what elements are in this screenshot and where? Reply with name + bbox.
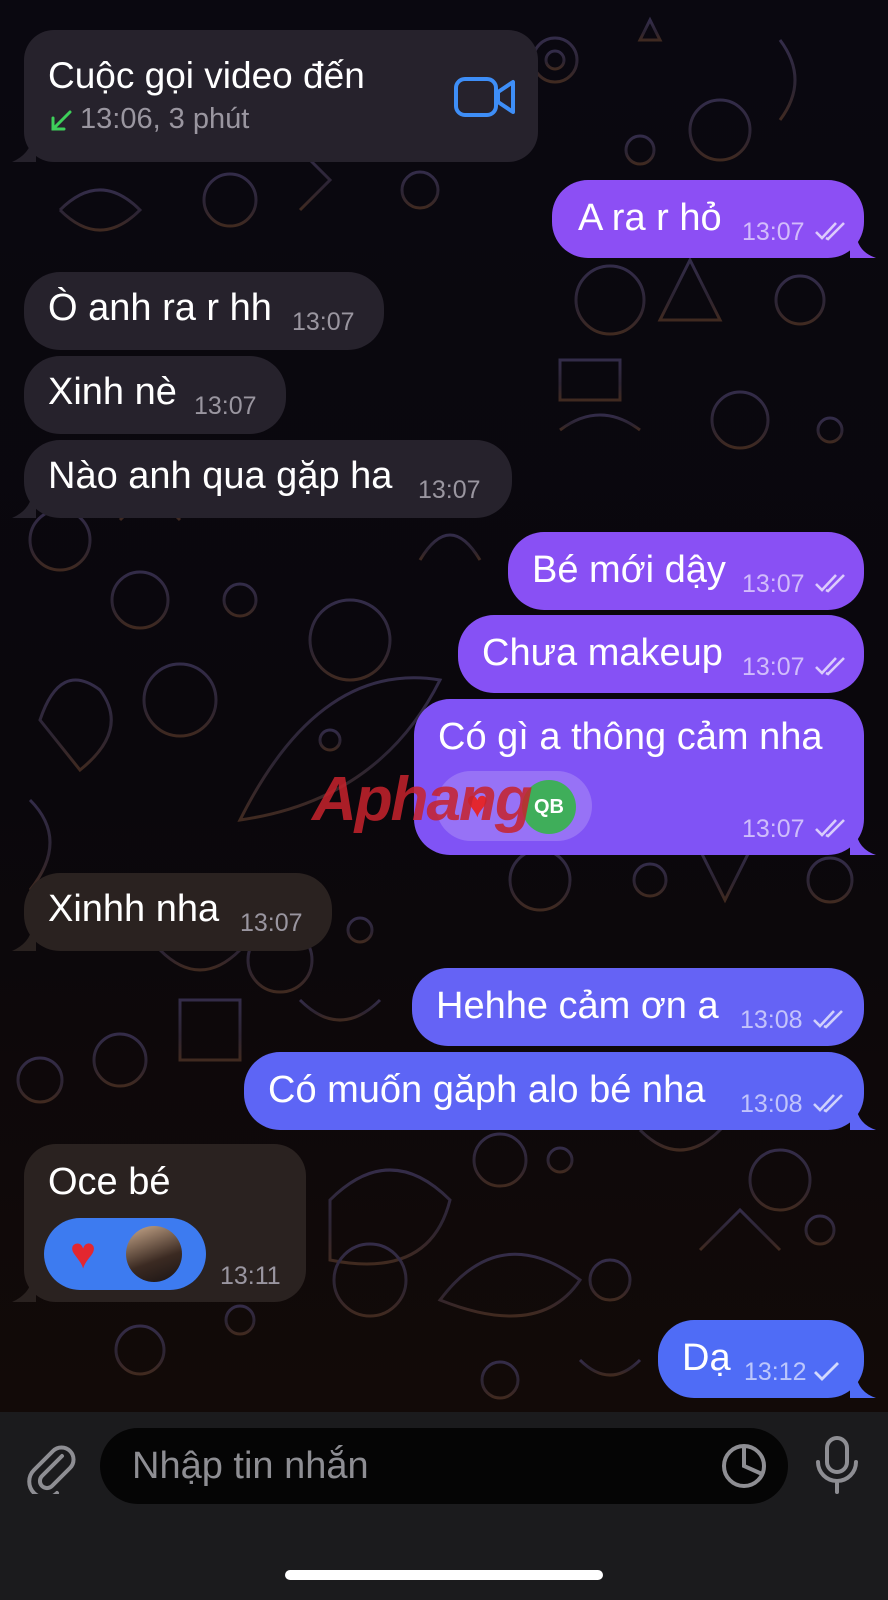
message-time: 13:07 [742, 653, 805, 681]
home-indicator [285, 1570, 603, 1580]
message-text: Có muốn găph alo bé nha [268, 1069, 706, 1111]
bubble-tail [12, 927, 36, 951]
message-time: 13:07 [194, 392, 257, 420]
avatar: QB [522, 780, 576, 834]
bubble-tail [850, 1374, 876, 1398]
outgoing-message[interactable]: Chưa makeup 13:07 [458, 615, 864, 693]
outgoing-message[interactable]: Có gì a thông cảm nha ♥ QB 13:07 [414, 699, 864, 855]
message-text: Bé mới dậy [532, 549, 726, 591]
call-detail: 13:06, 3 phút [80, 103, 250, 135]
bubble-tail [12, 494, 36, 518]
reaction-pill[interactable]: ♥ [44, 1218, 206, 1290]
outgoing-message[interactable]: Dạ 13:12 [658, 1320, 864, 1398]
double-check-icon [815, 574, 845, 593]
double-check-icon [815, 657, 845, 676]
message-time: 13:07 [742, 218, 805, 246]
message-composer: Nhập tin nhắn [0, 1412, 888, 1600]
incoming-arrow-icon [51, 110, 72, 131]
outgoing-message[interactable]: Hehhe cảm ơn a 13:08 [412, 968, 864, 1046]
double-check-icon [813, 1094, 843, 1113]
heart-reaction-icon: ♥ [70, 1229, 97, 1278]
video-camera-icon[interactable] [454, 76, 516, 118]
check-icon [814, 1362, 839, 1381]
outgoing-message[interactable]: A ra r hỏ 13:07 [552, 180, 864, 258]
bubble-tail [850, 831, 876, 855]
call-title: Cuộc gọi video đến [48, 55, 365, 96]
message-time: 13:07 [240, 909, 303, 937]
message-time: 13:11 [220, 1262, 281, 1290]
outgoing-message[interactable]: Có muốn găph alo bé nha 13:08 [244, 1052, 864, 1130]
message-text: Oce bé [48, 1161, 171, 1203]
bubble-tail [850, 1106, 876, 1130]
sticker-icon[interactable] [720, 1442, 768, 1490]
incoming-message[interactable]: Nào anh qua gặp ha 13:07 [24, 440, 512, 518]
message-text: Có gì a thông cảm nha [438, 716, 823, 758]
bubble-tail [12, 1278, 36, 1302]
paperclip-icon[interactable] [22, 1438, 78, 1494]
message-text: Hehhe cảm ơn a [436, 985, 719, 1027]
avatar [126, 1226, 182, 1282]
outgoing-message[interactable]: Bé mới dậy 13:07 [508, 532, 864, 610]
double-check-icon [815, 222, 845, 241]
message-input[interactable]: Nhập tin nhắn [100, 1428, 788, 1504]
message-time: 13:07 [742, 815, 805, 843]
incoming-message[interactable]: Xinhh nha 13:07 [24, 873, 332, 951]
incoming-message[interactable]: Oce bé ♥ 13:11 [24, 1144, 306, 1302]
incoming-message[interactable]: Xinh nè 13:07 [24, 356, 286, 434]
message-text: Xinhh nha [48, 888, 220, 930]
message-input-placeholder: Nhập tin nhắn [132, 1445, 369, 1487]
bubble-tail [850, 234, 876, 258]
heart-reaction-icon: ♥ [466, 784, 489, 826]
message-time: 13:07 [742, 570, 805, 598]
reaction-pill[interactable]: ♥ QB [436, 771, 592, 841]
message-text: Dạ [682, 1337, 731, 1379]
incoming-message[interactable]: Ò anh ra r hh 13:07 [24, 272, 384, 350]
message-time: 13:07 [292, 308, 355, 336]
message-time: 13:08 [740, 1006, 803, 1034]
message-time: 13:07 [418, 476, 481, 504]
message-text: A ra r hỏ [578, 197, 722, 239]
bubble-tail [12, 138, 36, 162]
message-time: 13:12 [744, 1358, 807, 1386]
double-check-icon [815, 819, 845, 838]
double-check-icon [813, 1010, 843, 1029]
microphone-icon[interactable] [812, 1434, 862, 1498]
message-text: Xinh nè [48, 371, 177, 413]
incoming-call-bubble[interactable]: Cuộc gọi video đến 13:06, 3 phút [24, 30, 538, 162]
message-text: Ò anh ra r hh [48, 287, 272, 329]
message-text: Chưa makeup [482, 632, 723, 674]
message-time: 13:08 [740, 1090, 803, 1118]
message-text: Nào anh qua gặp ha [48, 455, 393, 497]
